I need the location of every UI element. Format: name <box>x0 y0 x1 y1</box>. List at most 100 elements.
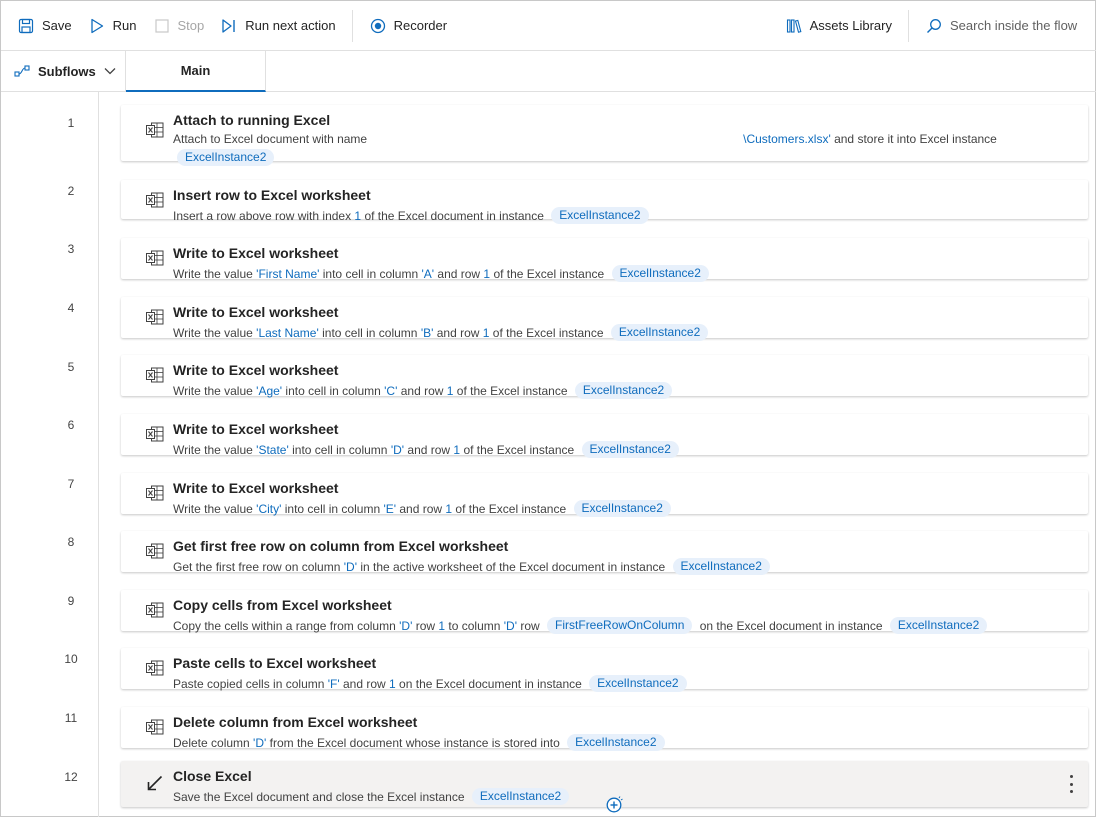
description-text: from the Excel document whose instance i… <box>266 735 564 750</box>
excel-icon <box>146 367 164 383</box>
add-action-icon[interactable] <box>605 796 623 814</box>
action-title: Write to Excel worksheet <box>173 480 339 496</box>
flow-action-row[interactable]: Delete column from Excel worksheet Delete… <box>121 707 1088 751</box>
excel-icon <box>146 719 164 735</box>
run-next-action-button[interactable]: Run next action <box>212 1 343 51</box>
description-text: into cell in column <box>288 442 391 457</box>
parameter-value: 1 <box>354 208 362 223</box>
description-text: Get the first free row on column <box>173 559 344 574</box>
assets-library-button[interactable]: Assets Library <box>777 1 900 51</box>
line-number: 1 <box>67 116 75 130</box>
run-label: Run <box>112 18 137 33</box>
save-label: Save <box>42 18 72 33</box>
description-text: row <box>412 618 439 633</box>
parameter-value: 'E' <box>383 501 397 516</box>
excel-icon <box>146 192 164 208</box>
parameter-value: \Customers.xlsx' <box>743 132 831 146</box>
flow-action-row[interactable]: Attach to running Excel Attach to Excel d… <box>121 105 1088 166</box>
action-description: Write the value 'First Name' into cell i… <box>173 265 713 282</box>
variable-chip: ExcelInstance2 <box>471 788 570 805</box>
excel-icon <box>146 122 164 138</box>
action-description: Delete column 'D' from the Excel documen… <box>173 734 669 751</box>
play-icon <box>88 17 106 35</box>
more-options-icon[interactable] <box>1066 775 1076 793</box>
tab-bar: Subflows Main <box>1 51 1096 92</box>
excel-icon <box>146 426 164 442</box>
action-description: Write the value 'Age' into cell in colum… <box>173 382 676 399</box>
description-text: in the active worksheet of the Excel doc… <box>357 559 669 574</box>
chevron-down-icon <box>104 67 116 75</box>
action-description: Save the Excel document and close the Ex… <box>173 788 573 805</box>
excel-icon <box>146 250 164 266</box>
action-title: Close Excel <box>173 768 252 784</box>
description-text: Attach to Excel document with name <box>173 132 368 146</box>
variable-chip: ExcelInstance2 <box>177 149 275 166</box>
parameter-value: 'First Name' <box>256 266 320 281</box>
description-text: into cell in column <box>282 383 385 398</box>
flow-action-row[interactable]: Write to Excel worksheet Write the value … <box>121 355 1088 399</box>
parameter-value: 1 <box>482 325 490 340</box>
parameter-value: 'Last Name' <box>256 325 319 340</box>
description-text: and row <box>397 383 447 398</box>
stop-button[interactable]: Stop <box>145 1 213 51</box>
parameter-value: 'B' <box>420 325 434 340</box>
description-text: Copy the cells within a range from colum… <box>173 618 400 633</box>
parameter-value: 'D' <box>399 618 413 633</box>
toolbar: Save Run Stop Run next action Recorder A… <box>1 1 1096 51</box>
variable-chip: ExcelInstance2 <box>889 617 988 634</box>
line-number: 4 <box>67 301 75 315</box>
description-text: Write the value <box>173 501 257 516</box>
description-text: Paste copied cells in column <box>173 676 328 691</box>
parameter-value: 'Age' <box>256 383 283 398</box>
save-icon <box>17 17 35 35</box>
description-text: into cell in column <box>318 325 421 340</box>
parameter-value: 1 <box>453 442 461 457</box>
line-number: 9 <box>67 594 75 608</box>
action-title: Copy cells from Excel worksheet <box>173 597 392 613</box>
description-text: of the Excel instance <box>490 266 608 281</box>
step-icon <box>220 17 238 35</box>
variable-chip: ExcelInstance2 <box>589 675 687 692</box>
variable-chip: ExcelInstance2 <box>611 265 709 282</box>
parameter-value: 'State' <box>256 442 289 457</box>
description-text: and row <box>434 266 484 281</box>
description-text: of the Excel document in instance <box>361 208 548 223</box>
subflows-dropdown[interactable]: Subflows <box>1 51 126 91</box>
action-description: Write the value 'Last Name' into cell in… <box>173 324 712 341</box>
description-text: Write the value <box>173 325 257 340</box>
flow-action-row[interactable]: Copy cells from Excel worksheet Copy the … <box>121 590 1088 634</box>
flow-action-row[interactable]: Paste cells to Excel worksheet Paste copi… <box>121 648 1088 692</box>
action-description: Paste copied cells in column 'F' and row… <box>173 675 691 692</box>
flow-action-row[interactable]: Get first free row on column from Excel … <box>121 531 1088 575</box>
flow-action-row[interactable]: Write to Excel worksheet Write the value … <box>121 473 1088 517</box>
parameter-value: 'City' <box>256 501 282 516</box>
flow-action-row[interactable]: Write to Excel worksheet Write the value … <box>121 414 1088 458</box>
excel-icon <box>146 602 164 618</box>
flow-action-row[interactable]: Write to Excel worksheet Write the value … <box>121 238 1088 282</box>
description-text: of the Excel instance <box>452 501 570 516</box>
run-button[interactable]: Run <box>80 1 145 51</box>
search-input[interactable]: Search inside the flow <box>917 1 1096 51</box>
description-text: to column <box>445 618 504 633</box>
action-title: Write to Excel worksheet <box>173 421 339 437</box>
subflows-label: Subflows <box>38 63 96 79</box>
line-number: 3 <box>67 242 75 256</box>
toolbar-divider <box>908 9 909 42</box>
assets-library-label: Assets Library <box>809 18 892 33</box>
line-number: 7 <box>67 477 75 491</box>
tab-main[interactable]: Main <box>126 51 266 92</box>
action-title: Insert row to Excel worksheet <box>173 187 371 203</box>
subflows-icon <box>14 64 30 78</box>
flow-action-row[interactable]: Insert row to Excel worksheet Insert a ro… <box>121 180 1088 224</box>
variable-chip: ExcelInstance2 <box>610 324 709 341</box>
save-button[interactable]: Save <box>9 1 80 51</box>
flow-action-row[interactable]: Write to Excel worksheet Write the value … <box>121 297 1088 341</box>
app-window: Save Run Stop Run next action Recorder A… <box>0 0 1096 817</box>
description-text: on the Excel document in instance <box>696 618 886 633</box>
recorder-button[interactable]: Recorder <box>361 1 455 51</box>
line-number: 2 <box>67 184 75 198</box>
variable-chip: FirstFreeRowOnColumn <box>547 617 693 634</box>
description-text: into cell in column <box>319 266 422 281</box>
line-number: 11 <box>64 711 78 725</box>
description-text: Write the value <box>173 442 257 457</box>
